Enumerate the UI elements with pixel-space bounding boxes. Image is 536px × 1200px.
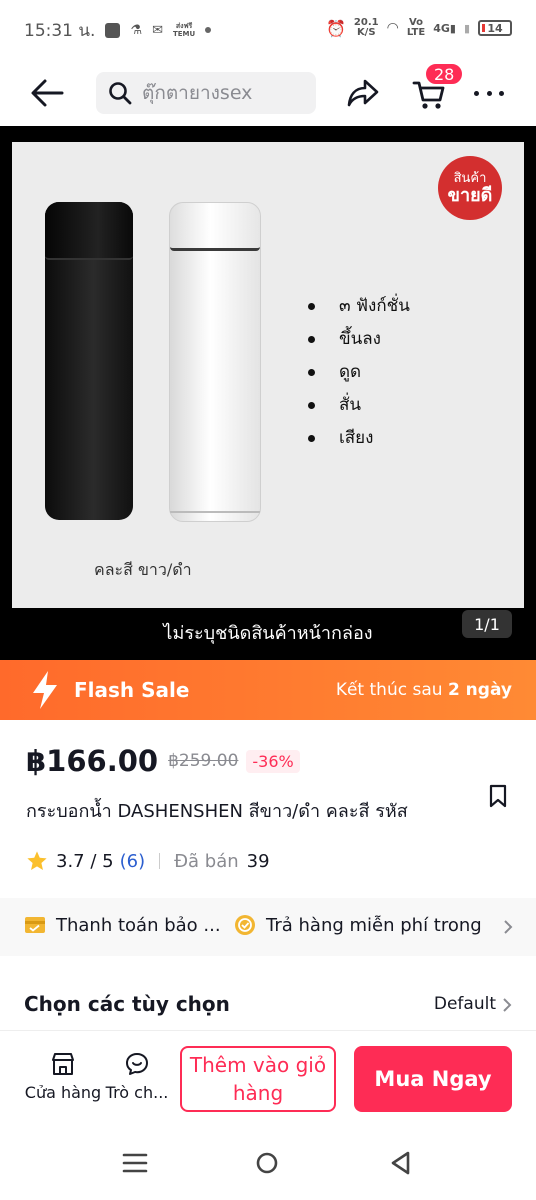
signal-icon: 4G▮ bbox=[433, 21, 456, 35]
lightning-icon bbox=[33, 671, 57, 709]
more-notifications-dot-icon bbox=[205, 27, 212, 33]
search-placeholder: ตุ๊กตายางsex bbox=[142, 82, 253, 104]
flash-sale-banner: Flash Sale Kết thúc sau 2 ngày bbox=[0, 660, 536, 720]
options-selector[interactable]: Chọn các tùy chọn Default bbox=[0, 966, 536, 1036]
flash-sale-countdown: Kết thúc sau 2 ngày bbox=[335, 680, 512, 700]
signal-2-icon: ▮ bbox=[463, 21, 470, 35]
search-icon bbox=[109, 82, 132, 105]
volte-icon: Vo LTE bbox=[406, 17, 426, 38]
product-image: สินค้า ขายดี ๓ ฟังก์ชั่น ขึ้นลง ดูด สั่น… bbox=[12, 142, 524, 608]
home-icon[interactable] bbox=[254, 1150, 280, 1176]
product-title: กระบอกน้ำ DASHENSHEN สีขาว/ดำ คละสี รหัส bbox=[26, 801, 408, 822]
bestseller-badge: สินค้า ขายดี bbox=[438, 156, 502, 220]
cart-count-badge: 28 bbox=[424, 62, 465, 86]
bottom-action-bar: Cửa hàng Trò ch... Thêm vào giỏ hàng Mua… bbox=[0, 1030, 536, 1126]
status-time: 15:31 น. bbox=[24, 20, 96, 41]
status-system-icons: ⏰ 20.1 K/S ◠ Vo LTE 4G▮ ▮ 14 bbox=[326, 18, 512, 38]
black-bottle-image bbox=[45, 202, 133, 520]
discount-badge: -36% bbox=[246, 749, 300, 773]
return-badge-icon bbox=[235, 915, 255, 935]
recent-apps-icon[interactable] bbox=[122, 1150, 148, 1176]
promo-strip[interactable]: Thanh toán bảo ... Trả hàng miễn phí tro… bbox=[0, 898, 536, 956]
chevron-right-icon bbox=[503, 998, 512, 1012]
options-value: Default bbox=[433, 994, 496, 1014]
search-bar[interactable]: ตุ๊กตายางsex bbox=[96, 72, 316, 114]
app-notification-icon bbox=[105, 22, 121, 38]
free-return-promo[interactable]: Trả hàng miễn phí trong bbox=[234, 914, 484, 936]
feature-list: ๓ ฟังก์ชั่น ขึ้นลง ดูด สั่น เสียง bbox=[308, 290, 410, 455]
sold-label: Đã bán bbox=[174, 850, 239, 872]
price-row: ฿166.00 ฿259.00 -36% bbox=[26, 744, 300, 778]
rating-value: 3.7 / 5 bbox=[56, 850, 114, 872]
flask-icon: ⚗ bbox=[130, 22, 143, 38]
feature-item: ดูด bbox=[308, 356, 410, 389]
alarm-icon: ⏰ bbox=[325, 18, 346, 38]
bookmark-icon[interactable] bbox=[488, 784, 508, 808]
color-note: คละสี ขาว/ดำ bbox=[94, 560, 192, 579]
white-bottle-image bbox=[169, 202, 261, 522]
buy-now-button[interactable]: Mua Ngay bbox=[354, 1046, 512, 1112]
chevron-right-icon[interactable] bbox=[502, 918, 514, 936]
feature-item: เสียง bbox=[308, 422, 410, 455]
share-icon[interactable] bbox=[346, 77, 380, 109]
temu-icon: ส่งฟรี TEMU bbox=[172, 22, 196, 38]
status-notification-icons: ⚗ ✉ ส่งฟรี TEMU bbox=[105, 22, 212, 38]
current-price: ฿166.00 bbox=[26, 744, 159, 778]
star-icon bbox=[27, 851, 47, 870]
status-bar: 15:31 น. ⚗ ✉ ส่งฟรี TEMU ⏰ 20.1 K/S ◠ Vo LT… bbox=[0, 0, 536, 60]
store-icon bbox=[52, 1053, 74, 1075]
chat-icon bbox=[126, 1053, 148, 1075]
battery-icon: 14 bbox=[478, 20, 512, 36]
feature-item: ๓ ฟังก์ชั่น bbox=[308, 290, 410, 323]
wifi-icon: ◠ bbox=[386, 20, 399, 36]
product-image-gallery[interactable]: สินค้า ขายดี ๓ ฟังก์ชั่น ขึ้นลง ดูด สั่น… bbox=[0, 126, 536, 660]
image-counter: 1/1 bbox=[462, 610, 512, 638]
divider bbox=[159, 853, 161, 869]
gallery-caption: ไม่ระบุชนิดสินค้าหน้ากล่อง bbox=[163, 623, 373, 644]
sold-count: 39 bbox=[246, 850, 270, 872]
mail-icon: ✉ bbox=[152, 22, 163, 38]
top-header: ตุ๊กตายางsex 28 bbox=[0, 60, 536, 126]
network-speed: 20.1 K/S bbox=[353, 17, 379, 38]
flash-sale-title: Flash Sale bbox=[74, 678, 190, 702]
original-price: ฿259.00 bbox=[168, 751, 239, 771]
back-triangle-icon[interactable] bbox=[388, 1150, 414, 1176]
options-label: Chọn các tùy chọn bbox=[24, 992, 230, 1016]
back-arrow-icon[interactable] bbox=[30, 78, 64, 108]
chat-button[interactable]: Trò ch... bbox=[104, 1051, 170, 1102]
feature-item: ขึ้นลง bbox=[308, 323, 410, 356]
payment-card-icon bbox=[25, 917, 45, 933]
review-count[interactable]: (6) bbox=[120, 851, 146, 872]
system-navigation-bar bbox=[0, 1126, 536, 1200]
add-to-cart-button[interactable]: Thêm vào giỏ hàng bbox=[180, 1046, 336, 1112]
shop-button[interactable]: Cửa hàng bbox=[24, 1051, 102, 1102]
secure-payment-promo[interactable]: Thanh toán bảo ... bbox=[24, 914, 221, 936]
rating-row[interactable]: 3.7 / 5 (6) Đã bán 39 bbox=[26, 850, 270, 872]
more-options-icon[interactable] bbox=[474, 78, 504, 108]
feature-item: สั่น bbox=[308, 389, 410, 422]
